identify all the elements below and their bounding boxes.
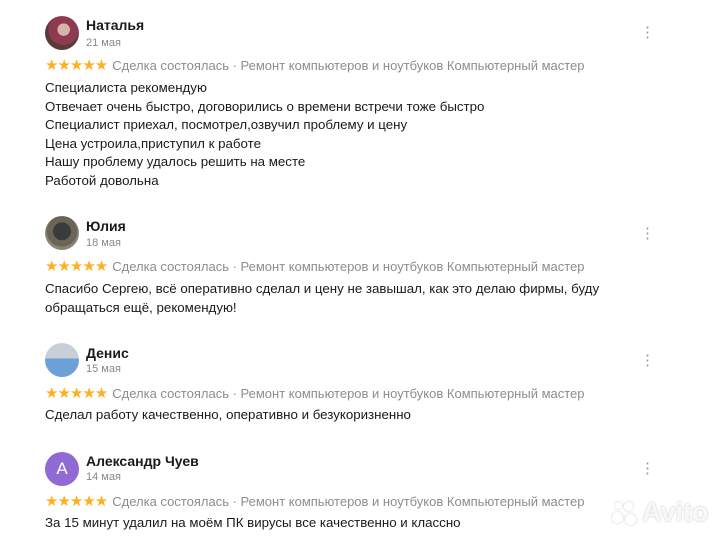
more-options-icon[interactable]: ⋮ [640, 226, 655, 241]
review-text-line: Работой довольна [45, 172, 159, 188]
review-text-line: Спасибо Сергею, всё оперативно сделал и … [45, 281, 600, 296]
deal-info: Сделка состоялась · Ремонт компьютеров и… [112, 386, 585, 401]
avito-logo-icon [612, 500, 638, 526]
review-text-line: Специалиста рекомендую [45, 80, 207, 95]
deal-info: Сделка состоялась · Ремонт компьютеров и… [112, 58, 585, 73]
review-text: Спасибо Сергею, всё оперативно сделал и … [45, 280, 645, 317]
reviewer-name[interactable]: Александр Чуев [86, 453, 199, 469]
review-text: Сделал работу качественно, оперативно и … [45, 406, 645, 425]
reviewer-name[interactable]: Денис [86, 345, 129, 361]
review-text-line: Нашу проблему удалось решить на месте [45, 154, 306, 169]
avatar[interactable] [45, 343, 79, 377]
deal-info: Сделка состоялась · Ремонт компьютеров и… [112, 494, 585, 509]
more-options-icon[interactable]: ⋮ [640, 461, 655, 476]
reviewer-name[interactable]: Наталья [86, 17, 144, 33]
review-text-line: обращаться ещё, рекомендую! [45, 299, 237, 315]
review-text-line: Сделал работу качественно, оперативно и … [45, 407, 411, 422]
review-date: 18 мая [86, 237, 121, 249]
more-options-icon[interactable]: ⋮ [640, 353, 655, 368]
review-meta: ★★★★★ Сделка состоялась · Ремонт компьюте… [45, 257, 585, 275]
review-text: Специалиста рекомендую Отвечает очень бы… [45, 79, 645, 190]
review-text-line: Цена устроила,приступил к работе [45, 135, 261, 151]
avatar[interactable] [45, 16, 79, 50]
avatar[interactable]: А [45, 452, 79, 486]
review-meta: ★★★★★ Сделка состоялась · Ремонт компьюте… [45, 56, 585, 74]
avito-watermark: Avito [612, 497, 709, 528]
review-text-line: Специалист приехал, посмотрел,озвучил пр… [45, 117, 408, 132]
rating-stars: ★★★★★ [45, 385, 108, 402]
review-text: За 15 минут удалил на моём ПК вирусы все… [45, 514, 645, 533]
review-date: 14 мая [86, 471, 121, 483]
review-text-line: За 15 минут удалил на моём ПК вирусы все… [45, 515, 461, 530]
review-text-line: Отвечает очень быстро, договорились о вр… [45, 98, 485, 114]
deal-info: Сделка состоялась · Ремонт компьютеров и… [112, 259, 585, 274]
rating-stars: ★★★★★ [45, 57, 108, 74]
review-meta: ★★★★★ Сделка состоялась · Ремонт компьюте… [45, 384, 585, 402]
rating-stars: ★★★★★ [45, 493, 108, 510]
review-date: 15 мая [86, 363, 121, 375]
more-options-icon[interactable]: ⋮ [640, 25, 655, 40]
review-meta: ★★★★★ Сделка состоялась · Ремонт компьюте… [45, 492, 585, 510]
review-date: 21 мая [86, 37, 121, 49]
avatar[interactable] [45, 216, 79, 250]
rating-stars: ★★★★★ [45, 258, 108, 275]
reviewer-name[interactable]: Юлия [86, 218, 126, 234]
watermark-text: Avito [642, 497, 709, 527]
